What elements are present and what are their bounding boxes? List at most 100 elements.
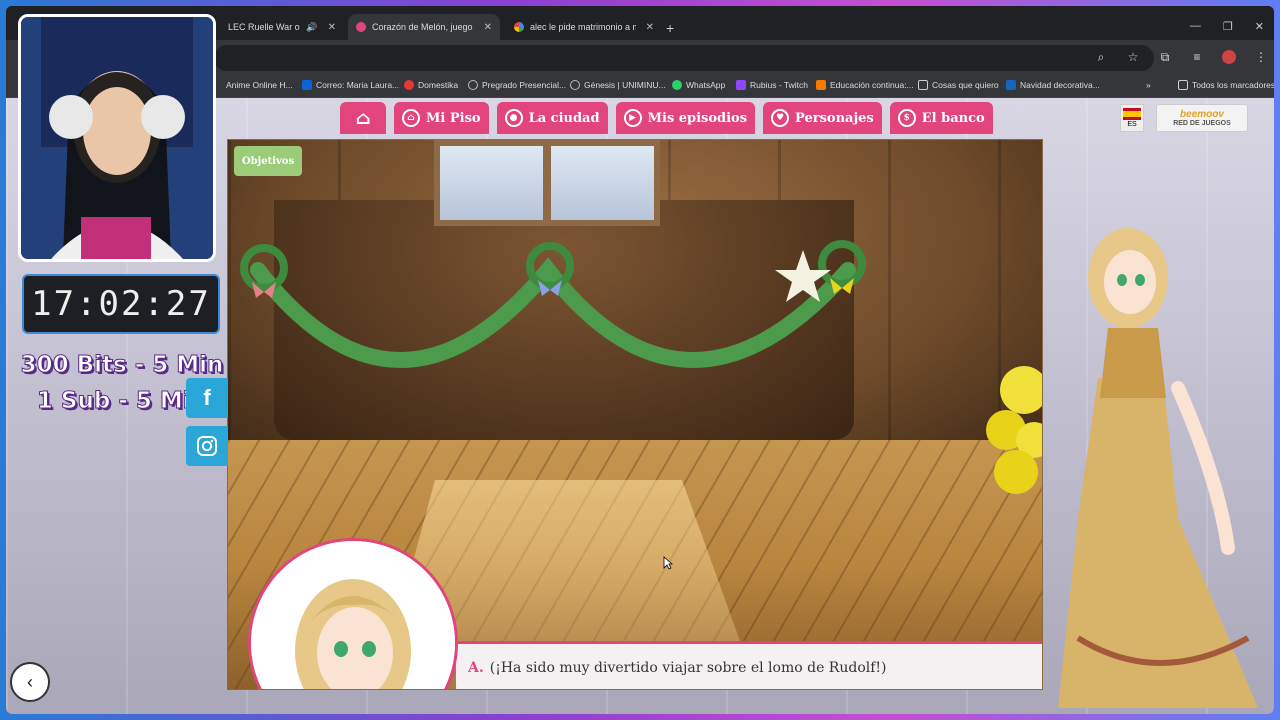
bookmark-label: Correo: Maria Laura... [316,80,400,90]
nav-mi-piso[interactable]: ⌂ Mi Piso [394,102,489,134]
bookmark-label: Cosas que quiero [932,80,999,90]
close-icon[interactable]: ✕ [328,22,336,33]
nav-label: El banco [921,110,985,126]
room-window [434,140,660,226]
language-selector[interactable]: ES [1120,104,1144,132]
bookmark-label: Génesis | UNIMINU... [584,80,666,90]
tab-label: LEC Ruelle War of Hearts [228,22,300,32]
bookmark-label: Educación continua:... [830,80,914,90]
globe-icon [468,80,478,90]
home-button[interactable]: ⌂ [340,102,386,134]
facebook-icon: f [203,385,211,410]
nav-label: Mi Piso [426,110,481,126]
twitch-icon [736,80,746,90]
google-favicon-icon [514,22,524,32]
dialog-speaker: A. [468,659,484,676]
restore-icon[interactable]: ❐ [1223,20,1233,33]
bookmark-label: WhatsApp [686,80,726,90]
whatsapp-icon [672,80,682,90]
bookmark-label: Todos los marcadores [1192,80,1274,90]
location-icon: ● [504,109,523,127]
bookmark-label: Domestika [418,80,459,90]
play-icon: ▶ [623,109,642,127]
objectives-button[interactable]: Objetivos [234,146,302,176]
close-icon[interactable]: ✕ [646,22,654,33]
nav-personajes[interactable]: ♥ Personajes [763,102,882,134]
bookmark-whatsapp[interactable]: WhatsApp [672,80,725,90]
bookmark-domestika[interactable]: Domestika [404,80,458,90]
nav-mis-episodios[interactable]: ▶ Mis episodios [615,102,756,134]
spain-flag-icon [1123,108,1141,120]
media-icon[interactable]: ≡ [1190,50,1204,64]
close-icon[interactable]: ✕ [484,22,492,33]
dialog-text: (¡Ha sido muy divertido viajar sobre el … [489,659,887,676]
network-label: RED DE JUEGOS [1173,120,1231,127]
bookmarks-overflow[interactable]: » [1146,80,1151,90]
dialog-box[interactable]: A. (¡Ha sido muy divertido viajar sobre … [456,641,1042,689]
facebook-button[interactable]: f [186,378,228,418]
nav-label: La ciudad [528,110,600,126]
character-avatar [1058,228,1258,708]
nav-label: Personajes [795,110,874,126]
bookmark-educacion[interactable]: Educación continua:... [816,80,914,90]
bookmark-navidad[interactable]: Navidad decorativa... [1006,80,1100,90]
house-icon: ⌂ [402,109,420,127]
chevron-right-icon: » [1146,80,1151,90]
nav-la-ciudad[interactable]: ● La ciudad [496,102,608,134]
network-brand: beemoov [1180,109,1224,120]
garland-decoration[interactable] [228,230,888,370]
webcam-image [21,17,213,259]
bookmark-rubius[interactable]: Rubius - Twitch [736,80,808,90]
bank-icon: $ [897,109,916,127]
speaker-icon: 🔊 [306,21,318,32]
instagram-button[interactable] [186,426,228,466]
new-tab-button[interactable]: + [666,20,674,36]
minimize-icon[interactable]: — [1190,20,1201,33]
objectives-label: Objetivos [241,155,295,167]
window-pane [551,146,654,220]
tab-lec[interactable]: LEC Ruelle War of Hearts 🔊 ✕ [220,14,344,40]
game-nav: ⌂ ⌂ Mi Piso ● La ciudad ▶ Mis episodios … [340,102,993,134]
tab-label: Corazón de Melón, juego de an [372,22,474,32]
folder-icon [1178,80,1188,90]
back-button[interactable]: ‹ [10,662,50,702]
bookmark-anime[interactable]: Anime Online H... [226,80,293,90]
bookmark-pregrado[interactable]: Pregrado Presencial... [468,80,566,90]
tab-corazon[interactable]: Corazón de Melón, juego de an ✕ [348,14,500,40]
bookmark-correo[interactable]: Correo: Maria Laura... [302,80,399,90]
nav-el-banco[interactable]: $ El banco [889,102,993,134]
outlook-icon [302,80,312,90]
close-window-icon[interactable]: ✕ [1255,20,1264,33]
bits-rule: 300 Bits - 5 Min [16,352,228,379]
bookmark-genesis[interactable]: Génesis | UNIMINU... [570,80,666,90]
window-pane [440,146,543,220]
tab-alec[interactable]: alec le pide matrimonio a mag ✕ [506,14,662,40]
browser-window: LEC Ruelle War of Hearts 🔊 ✕ Corazón de … [6,6,1274,714]
sub-rule-text: 1 Sub - 5 Min [36,388,208,415]
bookmark-label: Rubius - Twitch [750,80,808,90]
ornaments-decoration[interactable] [980,360,1043,510]
address-bar[interactable] [214,45,1154,71]
mouse-cursor-icon [663,556,673,570]
folder-icon [918,80,928,90]
extensions-icon[interactable]: ⧉ [1158,50,1172,64]
bookmark-all[interactable]: Todos los marcadores [1178,80,1274,90]
menu-icon[interactable]: ⋮ [1254,50,1268,64]
bookmark-label: Pregrado Presencial... [482,80,567,90]
bookmark-cosas[interactable]: Cosas que quiero [918,80,999,90]
instagram-icon [197,436,217,456]
language-code: ES [1127,121,1137,128]
domestika-icon [404,80,414,90]
profile-icon[interactable] [1222,50,1236,64]
network-badge[interactable]: beemoov RED DE JUEGOS [1156,104,1248,132]
zoom-icon[interactable]: ⌕ [1094,50,1108,64]
bits-rule-text: 300 Bits - 5 Min [20,352,224,379]
timer-value: 17:02:27 [31,284,211,324]
tab-label: alec le pide matrimonio a mag [530,22,636,32]
webcam-feed [18,14,216,262]
toolbar-icons: ⌕ ☆ ⧉ ≡ ⋮ [1094,50,1268,64]
game-scene[interactable]: Objetivos A. (¡Ha sido muy divertido via… [227,139,1043,690]
star-icon[interactable]: ☆ [1126,50,1140,64]
bookmark-label: Navidad decorativa... [1020,80,1100,90]
nav-label: Mis episodios [647,110,748,126]
